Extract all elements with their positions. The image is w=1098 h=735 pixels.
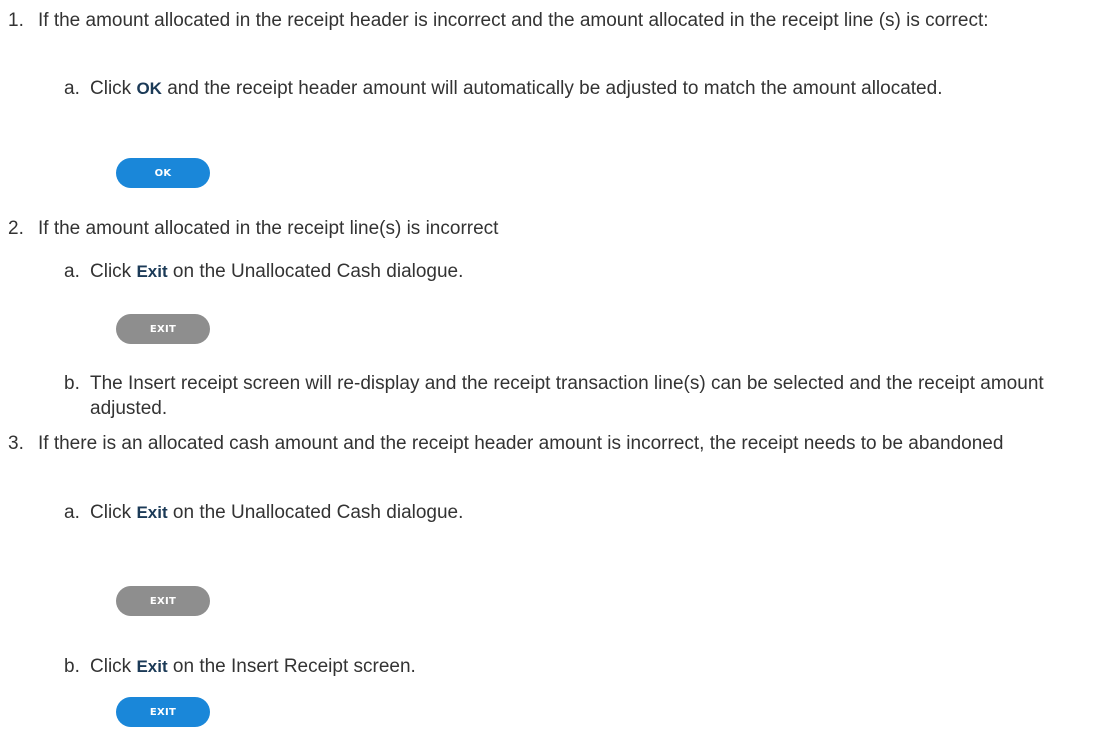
substep-letter: b. [64,373,80,394]
substep-text-post: and the receipt header amount will autom… [161,78,943,99]
command-label: Exit [136,262,168,281]
step-number: 1. [8,10,24,31]
substep-text-pre: Click [90,78,137,99]
substep-letter: a. [64,261,80,282]
step-text: If there is an allocated cash amount and… [38,433,1004,454]
substep-text: Click Exit on the Unallocated Cash dialo… [90,259,1086,284]
substep-text: Click OK and the receipt header amount w… [90,76,1086,101]
substep-letter: a. [64,78,80,99]
step-number: 2. [8,218,24,239]
ok-button[interactable]: OK [116,158,210,188]
substep-text-post: on the Insert Receipt screen. [167,656,416,677]
substep-text: Click Exit on the Unallocated Cash dialo… [90,500,1086,525]
command-label: Exit [136,503,168,522]
instruction-document: 1. If the amount allocated in the receip… [0,0,1098,735]
exit-button[interactable]: EXIT [116,697,210,727]
substep-text: Click Exit on the Insert Receipt screen. [90,654,1086,679]
substep-letter: a. [64,502,80,523]
substep-text-post: on the Unallocated Cash dialogue. [167,261,464,282]
step-text: If the amount allocated in the receipt l… [38,218,499,239]
command-label: Exit [136,657,168,676]
command-label: OK [136,79,162,98]
substep-text-post: on the Unallocated Cash dialogue. [167,502,464,523]
step-text: If the amount allocated in the receipt h… [38,10,989,31]
substep-text: The Insert receipt screen will re-displa… [90,373,1044,419]
substep-text-pre: Click [90,502,137,523]
substep-letter: b. [64,656,80,677]
substep-text-pre: Click [90,261,137,282]
substep-text-pre: Click [90,656,137,677]
exit-button[interactable]: EXIT [116,586,210,616]
exit-button[interactable]: EXIT [116,314,210,344]
